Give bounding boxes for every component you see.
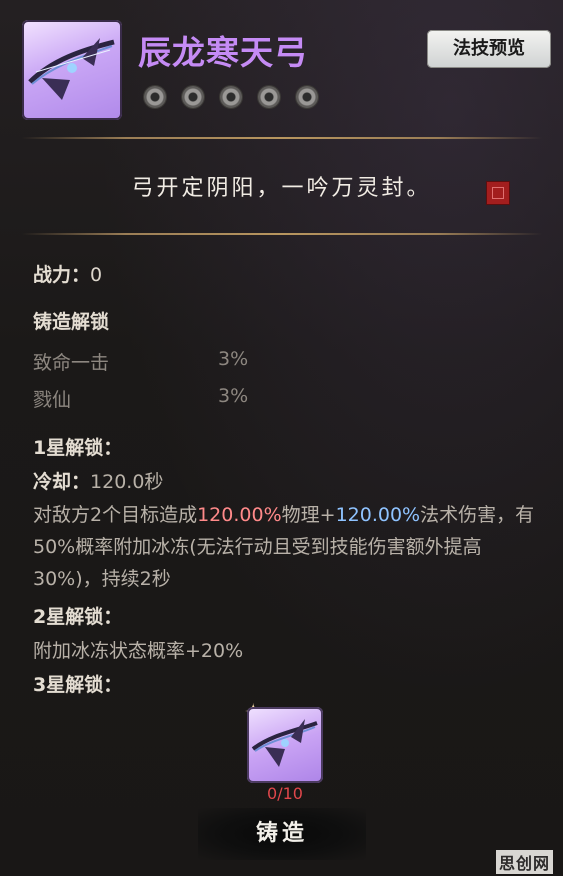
material-count: 0/10 bbox=[267, 784, 303, 803]
star1-title: 1星解锁： bbox=[33, 437, 123, 459]
item-quote: 弓开定阴阳，一吟万灵封。 bbox=[131, 176, 432, 201]
cooldown-label: 冷却： bbox=[33, 471, 91, 493]
star2-description: 附加冰冻状态概率+20% bbox=[33, 640, 244, 662]
watermark-logo: 思创网 bbox=[496, 850, 554, 874]
star1-description: 对敌方2个目标造成120.00%物理+120.00%法术伤害，有50%概率附加冰… bbox=[33, 499, 543, 595]
stat-name: 致命一击 bbox=[33, 352, 110, 374]
stat-name: 戮仙 bbox=[33, 389, 72, 411]
material-item-icon[interactable] bbox=[247, 707, 323, 783]
cooldown-row: 冷却：120.0秒 bbox=[33, 467, 163, 494]
skill-preview-button[interactable]: 法技预览 bbox=[427, 30, 551, 68]
desc-text: 物理+ bbox=[281, 504, 336, 526]
forge-button[interactable]: 铸造 bbox=[198, 808, 366, 860]
divider bbox=[22, 137, 542, 139]
forge-unlock-title: 铸造解锁 bbox=[33, 311, 110, 333]
power-row: 战力：0 bbox=[33, 260, 102, 287]
star-slot-icon bbox=[182, 86, 204, 108]
bow-item-icon[interactable] bbox=[22, 20, 122, 120]
red-seal-icon bbox=[486, 181, 510, 205]
stat-value: 3% bbox=[218, 385, 249, 407]
star2-title: 2星解锁： bbox=[33, 606, 123, 628]
item-name: 辰龙寒天弓 bbox=[138, 33, 308, 72]
star-rating bbox=[144, 86, 318, 108]
desc-text: 对敌方2个目标造成 bbox=[33, 504, 198, 526]
star-slot-icon bbox=[296, 86, 318, 108]
stat-value: 3% bbox=[218, 348, 249, 370]
star-slot-icon bbox=[220, 86, 242, 108]
power-value: 0 bbox=[90, 264, 103, 286]
item-detail-panel: 辰龙寒天弓 法技预览 弓开定阴阳，一吟万灵封。 战力：0 铸造解锁 致命一击 3… bbox=[0, 0, 563, 876]
star3-title: 3星解锁： bbox=[33, 674, 123, 696]
star-slot-icon bbox=[258, 86, 280, 108]
stat-row: 致命一击 3% bbox=[33, 348, 293, 375]
power-label: 战力： bbox=[33, 264, 91, 286]
stat-row: 戮仙 3% bbox=[33, 385, 293, 412]
star-slot-icon bbox=[144, 86, 166, 108]
physical-damage-value: 120.00% bbox=[197, 504, 282, 526]
magic-damage-value: 120.00% bbox=[335, 504, 421, 526]
cooldown-value: 120.0秒 bbox=[90, 471, 164, 493]
divider bbox=[22, 233, 542, 235]
